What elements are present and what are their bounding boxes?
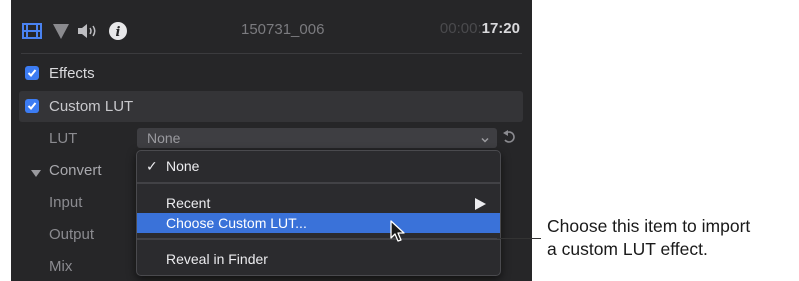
custom-lut-label: Custom LUT bbox=[49, 98, 134, 115]
effects-label: Effects bbox=[49, 65, 95, 82]
disclosure-triangle-icon[interactable] bbox=[31, 165, 41, 183]
menu-item-reveal-label: Reveal in Finder bbox=[166, 251, 268, 267]
mouse-cursor-icon bbox=[390, 220, 406, 249]
callout-text: Choose this item to import a custom LUT … bbox=[547, 215, 799, 261]
lut-select[interactable]: None bbox=[137, 128, 497, 148]
inspector-panel: i 150731_006 00:00:17:20 Effects Custom … bbox=[11, 0, 532, 281]
chevron-down-icon bbox=[480, 132, 490, 150]
custom-lut-header[interactable]: Custom LUT bbox=[19, 91, 523, 122]
callout-line-1: Choose this item to import bbox=[547, 216, 751, 236]
timecode-bright: 17:20 bbox=[481, 20, 520, 37]
callout-line bbox=[497, 238, 541, 239]
lut-dropdown-menu: ✓ None Recent Choose Custom LUT... Revea… bbox=[136, 150, 501, 276]
timecode-display: 00:00:17:20 bbox=[440, 20, 520, 37]
menu-item-none[interactable]: ✓ None bbox=[137, 156, 500, 176]
effects-row: Effects bbox=[11, 58, 532, 88]
inspector-header: i 150731_006 00:00:17:20 bbox=[11, 0, 532, 56]
lut-label: LUT bbox=[49, 130, 78, 147]
callout-line-2: a custom LUT effect. bbox=[547, 239, 708, 259]
output-label: Output bbox=[49, 226, 95, 243]
mix-label: Mix bbox=[49, 258, 73, 275]
menu-item-none-label: None bbox=[166, 158, 200, 174]
svg-text:i: i bbox=[116, 25, 121, 40]
video-inspector-icon[interactable] bbox=[21, 21, 43, 41]
input-label: Input bbox=[49, 194, 83, 211]
header-divider bbox=[21, 53, 522, 54]
timecode-dim: 00:00: bbox=[439, 20, 482, 37]
lut-select-value: None bbox=[147, 130, 181, 146]
menu-separator bbox=[137, 238, 500, 240]
menu-item-reveal-in-finder[interactable]: Reveal in Finder bbox=[137, 249, 500, 269]
color-inspector-icon[interactable] bbox=[50, 21, 72, 41]
checkmark-icon: ✓ bbox=[146, 158, 158, 174]
audio-inspector-icon[interactable] bbox=[77, 21, 99, 41]
effects-checkbox[interactable] bbox=[25, 66, 39, 80]
convert-label: Convert bbox=[49, 162, 102, 179]
menu-item-recent[interactable]: Recent bbox=[137, 193, 500, 213]
menu-item-recent-label: Recent bbox=[166, 195, 211, 211]
menu-separator bbox=[137, 182, 500, 184]
info-inspector-icon[interactable]: i bbox=[107, 21, 129, 41]
menu-item-choose-custom-lut[interactable]: Choose Custom LUT... bbox=[137, 213, 500, 233]
menu-item-choose-label: Choose Custom LUT... bbox=[166, 215, 307, 231]
reset-icon[interactable] bbox=[502, 129, 516, 150]
clip-name: 150731_006 bbox=[241, 21, 325, 38]
custom-lut-checkbox[interactable] bbox=[25, 99, 39, 113]
